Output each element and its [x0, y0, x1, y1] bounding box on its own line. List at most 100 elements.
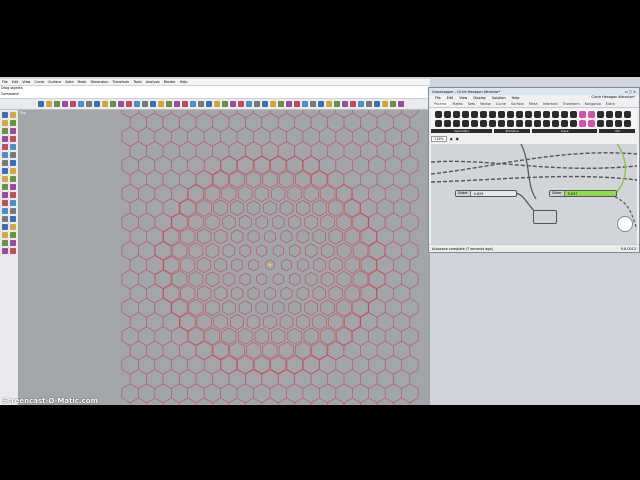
toolbar-icon[interactable] — [70, 101, 76, 107]
toolbar-icon[interactable] — [390, 101, 396, 107]
zoom-level[interactable]: 116% — [431, 136, 447, 142]
gh-tab-4[interactable]: Curve — [496, 102, 506, 106]
tool-icon[interactable] — [2, 168, 8, 174]
rhino-menu-item-12[interactable]: Help — [180, 80, 188, 84]
tool-icon[interactable] — [2, 232, 8, 238]
tool-icon[interactable] — [2, 184, 8, 190]
toolbar-icon[interactable] — [278, 101, 284, 107]
toolbar-icon[interactable] — [86, 101, 92, 107]
gh-component-icon[interactable] — [525, 120, 532, 127]
gh-component-icon[interactable] — [597, 120, 604, 127]
gh-tab-10[interactable]: Extra — [606, 102, 615, 106]
toolbar-icon[interactable] — [230, 101, 236, 107]
gh-component-icon[interactable] — [489, 111, 496, 118]
gh-menu-item-3[interactable]: Display — [473, 96, 486, 100]
rhino-menu-item-6[interactable]: Mesh — [78, 80, 87, 84]
gh-component-icon[interactable] — [570, 111, 577, 118]
toolbar-icon[interactable] — [246, 101, 252, 107]
tool-icon[interactable] — [2, 128, 8, 134]
gh-component-icon[interactable] — [444, 120, 451, 127]
gh-component-icon[interactable] — [552, 120, 559, 127]
tool-icon[interactable] — [2, 248, 8, 254]
tool-icon[interactable] — [2, 200, 8, 206]
toolbar-icon[interactable] — [150, 101, 156, 107]
tool-icon[interactable] — [2, 112, 8, 118]
rhino-menu-item-8[interactable]: Transform — [112, 80, 129, 84]
tool-icon[interactable] — [10, 208, 16, 214]
gh-component-icon[interactable] — [435, 111, 442, 118]
gh-tab-8[interactable]: Transform — [563, 102, 580, 106]
tool-icon[interactable] — [2, 176, 8, 182]
rhino-menu-item-1[interactable]: Edit — [12, 80, 19, 84]
toolbar-icon[interactable] — [294, 101, 300, 107]
rhino-menu-item-5[interactable]: Solid — [65, 80, 73, 84]
gh-component-icon[interactable] — [471, 111, 478, 118]
math-component[interactable] — [533, 210, 557, 224]
gh-component-icon[interactable] — [534, 111, 541, 118]
toolbar-icon[interactable] — [214, 101, 220, 107]
gh-component-icon[interactable] — [498, 120, 505, 127]
gh-component-icon[interactable] — [534, 120, 541, 127]
toolbar-icon[interactable] — [166, 101, 172, 107]
tool-icon[interactable] — [10, 184, 16, 190]
attractor-slider-1[interactable]: Slider 0.829 — [455, 190, 517, 197]
gh-tab-6[interactable]: Mesh — [529, 102, 538, 106]
gh-tab-7[interactable]: Intersect — [543, 102, 558, 106]
gh-component-icon[interactable] — [525, 111, 532, 118]
attractor-slider-2[interactable]: Slider 5.057 — [549, 190, 617, 197]
toolbar-icon[interactable] — [222, 101, 228, 107]
gh-component-icon[interactable] — [435, 120, 442, 127]
gh-component-icon[interactable] — [516, 120, 523, 127]
gh-menu-item-0[interactable]: File — [435, 96, 441, 100]
preview-icon[interactable]: ◉ — [450, 137, 453, 141]
navigation-compass-icon[interactable] — [617, 216, 633, 232]
gh-tab-9[interactable]: Kangaroo — [585, 102, 601, 106]
gh-component-icon[interactable] — [624, 120, 631, 127]
tool-icon[interactable] — [10, 200, 16, 206]
command-prompt[interactable]: Command: — [0, 92, 430, 98]
tool-icon[interactable] — [10, 176, 16, 182]
tool-icon[interactable] — [10, 192, 16, 198]
gh-menu-item-4[interactable]: Solution — [492, 96, 506, 100]
toolbar-icon[interactable] — [366, 101, 372, 107]
toolbar-icon[interactable] — [270, 101, 276, 107]
tool-icon[interactable] — [2, 144, 8, 150]
gh-component-icon[interactable] — [462, 111, 469, 118]
toolbar-icon[interactable] — [334, 101, 340, 107]
toolbar-icon[interactable] — [190, 101, 196, 107]
gh-component-icon[interactable] — [606, 120, 613, 127]
rhino-menu-item-9[interactable]: Tools — [133, 80, 141, 84]
toolbar-icon[interactable] — [102, 101, 108, 107]
gh-component-icon[interactable] — [579, 111, 586, 118]
toolbar-icon[interactable] — [158, 101, 164, 107]
tool-icon[interactable] — [2, 208, 8, 214]
toolbar-icon[interactable] — [302, 101, 308, 107]
gh-component-icon[interactable] — [507, 120, 514, 127]
toolbar-icon[interactable] — [38, 101, 44, 107]
window-controls[interactable]: ▭ ▢ ✕ — [625, 90, 636, 94]
toolbar-icon[interactable] — [318, 101, 324, 107]
attractor-point[interactable] — [268, 263, 272, 267]
tool-icon[interactable] — [10, 144, 16, 150]
gh-tab-3[interactable]: Vector — [480, 102, 491, 106]
gh-component-icon[interactable] — [579, 120, 586, 127]
gh-component-icon[interactable] — [543, 120, 550, 127]
rhino-menu-item-7[interactable]: Dimension — [90, 80, 108, 84]
tool-icon[interactable] — [10, 112, 16, 118]
gh-component-icon[interactable] — [552, 111, 559, 118]
toolbar-icon[interactable] — [206, 101, 212, 107]
gh-canvas[interactable]: Slider 0.829 Slider 5.057 — [431, 144, 637, 244]
toolbar-icon[interactable] — [262, 101, 268, 107]
gh-component-icon[interactable] — [498, 111, 505, 118]
rhino-menu-item-2[interactable]: View — [22, 80, 30, 84]
gh-component-icon[interactable] — [471, 120, 478, 127]
tool-icon[interactable] — [10, 128, 16, 134]
toolbar-icon[interactable] — [358, 101, 364, 107]
toolbar-icon[interactable] — [134, 101, 140, 107]
display-icon[interactable]: ▣ — [456, 137, 459, 141]
toolbar-icon[interactable] — [286, 101, 292, 107]
tool-icon[interactable] — [10, 224, 16, 230]
rhino-menu-item-11[interactable]: Render — [164, 80, 176, 84]
top-viewport[interactable]: Top — [18, 110, 430, 405]
toolbar-icon[interactable] — [182, 101, 188, 107]
